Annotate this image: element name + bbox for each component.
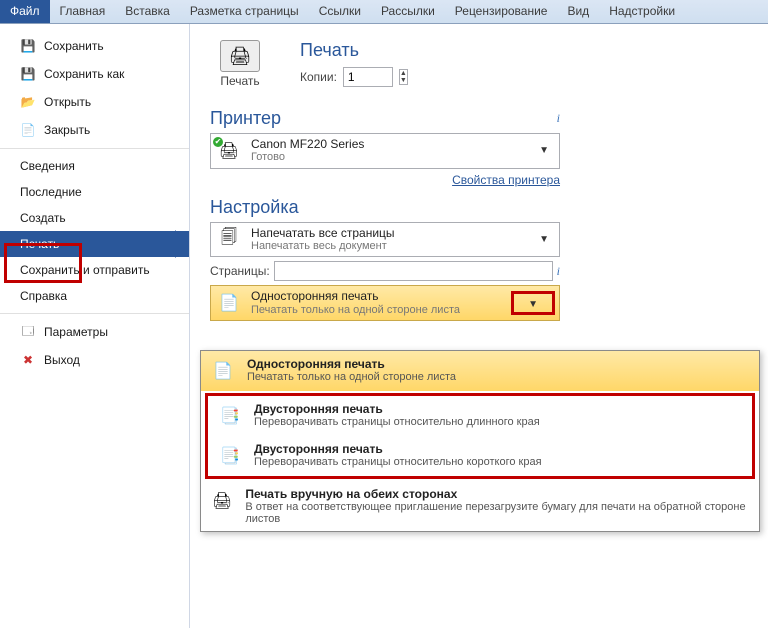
duplex-option-shortedge[interactable]: 📑 Двусторонняя печать Переворачивать стр…	[208, 436, 752, 476]
page-side-icon: 📄	[215, 291, 243, 315]
backstage-sidebar: 💾 Сохранить 💾 Сохранить как 📂 Открыть 📄 Закр…	[0, 24, 190, 628]
sidebar-item-save[interactable]: 💾 Сохранить	[0, 32, 189, 60]
option-sub: В ответ на соответствующее приглашение п…	[245, 501, 751, 525]
sidebar-item-close[interactable]: 📄 Закрыть	[0, 116, 189, 144]
pages-label: Страницы:	[210, 264, 270, 278]
sidebar-item-saveas[interactable]: 💾 Сохранить как	[0, 60, 189, 88]
info-icon[interactable]: i	[557, 111, 560, 126]
sidebar-item-help[interactable]: Справка	[0, 283, 189, 309]
duplex-dropdown: 📄 Односторонняя печать Печатать только н…	[200, 350, 760, 532]
option-title: Односторонняя печать	[247, 357, 456, 371]
printer-properties-link[interactable]: Свойства принтера	[452, 173, 560, 187]
sidebar-item-recent[interactable]: Последние	[0, 179, 189, 205]
copies-input[interactable]	[343, 67, 393, 87]
print-range-sub: Напечатать весь документ	[251, 240, 525, 253]
annotation-highlight-print	[4, 243, 82, 283]
duplex-sub: Печатать только на одной стороне листа	[251, 304, 499, 317]
sidebar-label: Сведения	[20, 159, 75, 173]
sidebar-item-exit[interactable]: ✖ Выход	[0, 346, 189, 374]
duplex-option-onesided[interactable]: 📄 Односторонняя печать Печатать только н…	[201, 351, 759, 391]
print-range-selector[interactable]: 🗐 Напечатать все страницы Напечатать вес…	[210, 222, 560, 258]
print-button-label: Печать	[210, 74, 270, 88]
option-sub: Печатать только на одной стороне листа	[247, 371, 456, 383]
exit-icon: ✖	[20, 352, 36, 368]
sidebar-item-new[interactable]: Создать	[0, 205, 189, 231]
tab-references[interactable]: Ссылки	[309, 0, 371, 23]
close-icon: 📄	[20, 122, 36, 138]
option-title: Двусторонняя печать	[254, 442, 542, 456]
print-pane: 🖨 Печать Печать Копии: ▲▼ Принтер i 🖨 Ca…	[190, 24, 768, 628]
duplex-short-icon: 📑	[216, 442, 244, 470]
sidebar-item-options[interactable]: 🗔 Параметры	[0, 318, 189, 346]
sidebar-item-info[interactable]: Сведения	[0, 153, 189, 179]
chevron-down-icon: ▼	[533, 145, 555, 156]
print-button[interactable]: 🖨 Печать	[210, 40, 270, 88]
printer-header: Принтер	[210, 108, 281, 129]
duplex-option-longedge[interactable]: 📑 Двусторонняя печать Переворачивать стр…	[208, 396, 752, 436]
option-title: Печать вручную на обеих сторонах	[245, 487, 751, 501]
printer-name: Canon MF220 Series	[251, 137, 525, 151]
chevron-down-icon: ▼	[533, 234, 555, 245]
manual-duplex-icon: 🖨	[209, 487, 235, 515]
printer-status: Готово	[251, 151, 525, 164]
option-sub: Переворачивать страницы относительно кор…	[254, 456, 542, 468]
sidebar-label: Параметры	[44, 325, 108, 339]
annotation-highlight-duplex: 📑 Двусторонняя печать Переворачивать стр…	[205, 393, 755, 479]
sidebar-label: Сохранить как	[44, 67, 124, 81]
info-icon[interactable]: i	[557, 264, 560, 279]
duplex-option-manual[interactable]: 🖨 Печать вручную на обеих сторонах В отв…	[201, 481, 759, 531]
printer-icon: 🖨	[220, 40, 260, 72]
settings-header: Настройка	[210, 197, 299, 218]
tab-mailings[interactable]: Рассылки	[371, 0, 445, 23]
copies-label: Копии:	[300, 70, 337, 84]
duplex-title: Односторонняя печать	[251, 289, 499, 303]
duplex-long-icon: 📑	[216, 402, 244, 430]
chevron-down-icon[interactable]: ▼	[522, 299, 544, 310]
page-side-icon: 📄	[209, 357, 237, 385]
save-icon: 💾	[20, 38, 36, 54]
tab-layout[interactable]: Разметка страницы	[180, 0, 309, 23]
tab-insert[interactable]: Вставка	[115, 0, 180, 23]
tab-addins[interactable]: Надстройки	[599, 0, 685, 23]
sidebar-label: Создать	[20, 211, 66, 225]
printer-selector[interactable]: 🖨 Canon MF220 Series Готово ▼	[210, 133, 560, 169]
sidebar-label: Справка	[20, 289, 67, 303]
pages-icon: 🗐	[215, 227, 243, 251]
saveas-icon: 💾	[20, 66, 36, 82]
option-sub: Переворачивать страницы относительно дли…	[254, 416, 540, 428]
ribbon-tabs: Файл Главная Вставка Разметка страницы С…	[0, 0, 768, 24]
spinner-icon[interactable]: ▲▼	[399, 69, 408, 85]
printer-ready-icon: 🖨	[215, 139, 243, 163]
sidebar-item-open[interactable]: 📂 Открыть	[0, 88, 189, 116]
options-icon: 🗔	[20, 324, 36, 340]
sidebar-label: Выход	[44, 353, 80, 367]
sidebar-label: Последние	[20, 185, 82, 199]
tab-home[interactable]: Главная	[50, 0, 116, 23]
open-icon: 📂	[20, 94, 36, 110]
annotation-highlight-arrow: ▼	[511, 291, 555, 315]
print-title: Печать	[300, 40, 408, 61]
tab-view[interactable]: Вид	[557, 0, 599, 23]
sidebar-label: Закрыть	[44, 123, 90, 137]
pages-input[interactable]	[274, 261, 553, 281]
tab-review[interactable]: Рецензирование	[445, 0, 558, 23]
sidebar-label: Сохранить	[44, 39, 104, 53]
print-range-title: Напечатать все страницы	[251, 226, 525, 240]
sidebar-label: Открыть	[44, 95, 91, 109]
option-title: Двусторонняя печать	[254, 402, 540, 416]
duplex-selector[interactable]: 📄 Односторонняя печать Печатать только н…	[210, 285, 560, 321]
tab-file[interactable]: Файл	[0, 0, 50, 23]
